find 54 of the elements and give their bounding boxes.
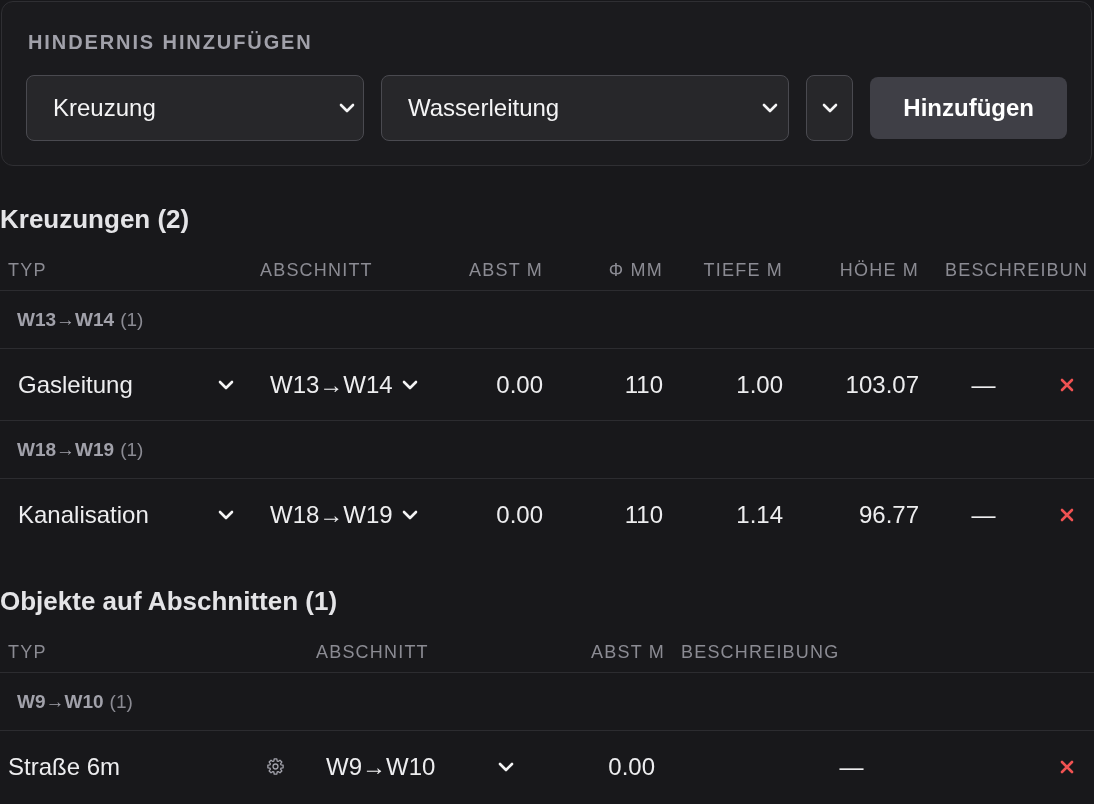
type-dropdown[interactable]: Gasleitung	[8, 364, 244, 405]
chevron-down-icon	[498, 761, 514, 772]
column-header: ABSCHNITT	[316, 641, 429, 662]
table-cell: 110	[624, 370, 663, 398]
chevron-down-icon	[218, 379, 234, 390]
cross-icon	[1060, 507, 1074, 522]
section-dropdown[interactable]: W18→W19	[260, 494, 428, 535]
column-header: ABST M	[469, 259, 543, 280]
cross-icon	[1060, 377, 1074, 392]
group-label: W9→W10	[17, 690, 104, 713]
section-heading: Objekte auf Abschnitten (1)	[0, 586, 338, 616]
cross-icon	[1060, 759, 1074, 774]
object-name: Straße 6m	[8, 752, 121, 781]
section-heading: Kreuzungen (2)	[0, 204, 190, 234]
chevron-down-icon	[762, 103, 779, 113]
column-header: HÖHE M	[839, 259, 919, 280]
chevron-down-icon	[339, 103, 355, 113]
group-label: W13→W14	[17, 308, 115, 331]
table-cell: —	[971, 370, 996, 398]
compact-dropdown[interactable]	[806, 75, 854, 141]
table-cell: —	[971, 500, 996, 528]
chevron-down-icon	[401, 379, 418, 390]
group-count: (1)	[109, 690, 133, 713]
chevron-down-icon	[821, 103, 838, 113]
column-header: Φ MM	[608, 259, 663, 280]
table-cell: 1.14	[736, 500, 783, 528]
chevron-down-icon	[401, 509, 418, 520]
group-count: (1)	[120, 308, 144, 331]
column-header: TYP	[8, 259, 47, 280]
table-cell: 110	[624, 500, 663, 528]
column-header: BESCHREIBUNG	[681, 641, 840, 662]
add-button[interactable]: Hinzufügen	[870, 77, 1067, 139]
type-dropdown[interactable]: Kanalisation	[8, 494, 244, 535]
column-header: ABSCHNITT	[260, 259, 373, 280]
table-cell: 96.77	[858, 500, 919, 528]
table-cell: 1.00	[736, 370, 783, 398]
table-cell: 0.00	[496, 370, 543, 398]
column-header: TIEFE M	[703, 259, 783, 280]
column-header: ABST M	[591, 641, 665, 662]
table-cell: —	[839, 752, 864, 780]
column-header: TYP	[8, 641, 47, 662]
section-dropdown[interactable]: W13→W14	[260, 364, 428, 405]
group-count: (1)	[120, 438, 144, 461]
table-cell: 0.00	[496, 500, 543, 528]
gear-icon[interactable]	[267, 758, 284, 775]
panel-title: HINDERNIS HINZUFÜGEN	[28, 30, 313, 54]
chevron-down-icon	[218, 509, 234, 520]
dropdown-field[interactable]: Kreuzung	[26, 75, 364, 141]
table-cell: 103.07	[845, 370, 919, 398]
dropdown-field[interactable]: Wasserleitung	[381, 75, 790, 141]
column-header: BESCHREIBUN	[945, 259, 1089, 280]
table-cell: 0.00	[608, 752, 655, 780]
group-label: W18→W19	[17, 438, 115, 461]
section-dropdown[interactable]: W9→W10	[316, 746, 524, 787]
